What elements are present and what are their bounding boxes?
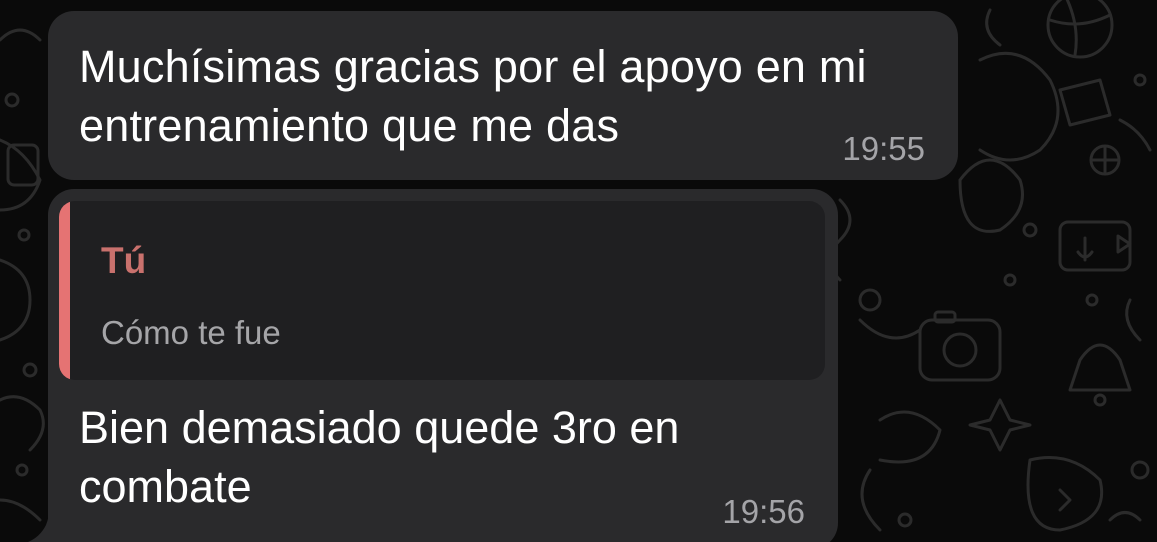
- message-bubble-incoming[interactable]: Muchísimas gracias por el apoyo en mi en…: [48, 11, 958, 180]
- message-bubble-reply[interactable]: Tú Cómo te fue Bien demasiado quede 3ro …: [48, 189, 838, 542]
- quoted-message[interactable]: Tú Cómo te fue: [59, 201, 825, 380]
- quote-author: Tú: [101, 240, 147, 281]
- message-timestamp: 19:56: [722, 493, 805, 530]
- chat-area: Muchísimas gracias por el apoyo en mi en…: [0, 0, 1157, 542]
- message-text: Bien demasiado quede 3ro en combate: [79, 402, 680, 512]
- quote-text: Cómo te fue: [101, 314, 281, 351]
- quote-accent-bar: [59, 201, 70, 380]
- message-text: Muchísimas gracias por el apoyo en mi en…: [79, 41, 867, 151]
- message-timestamp: 19:55: [842, 130, 925, 167]
